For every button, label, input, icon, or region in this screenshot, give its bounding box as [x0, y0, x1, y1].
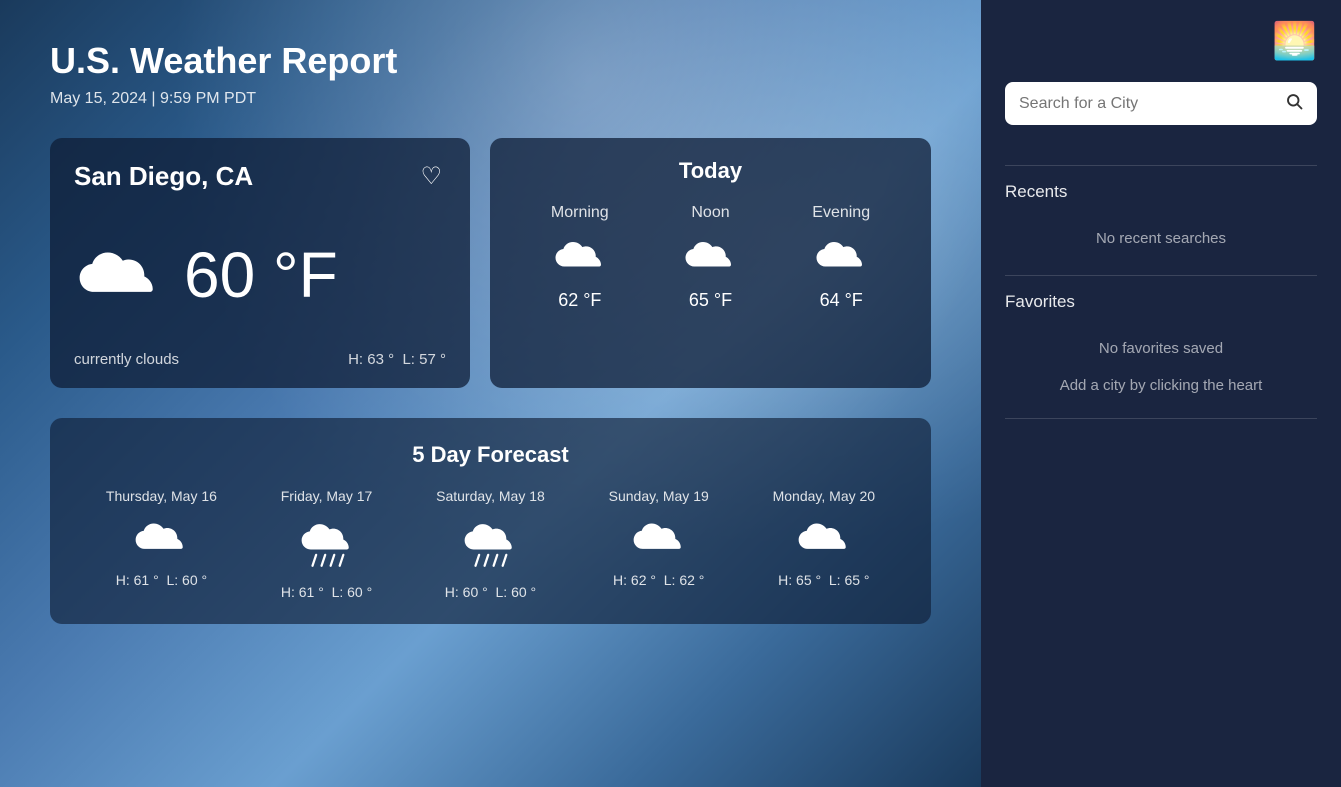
- city-card-footer: currently clouds H: 63 ° L: 57 °: [74, 351, 446, 368]
- period-morning-temp: 62 °F: [558, 290, 601, 311]
- sidebar-logo: 🌅: [1005, 20, 1317, 62]
- period-evening-temp: 64 °F: [820, 290, 863, 311]
- cloud-icon-noon: [682, 238, 738, 274]
- forecast-hi-lo-0: H: 61 ° L: 60 °: [116, 572, 207, 588]
- cloud-icon-main: [74, 245, 164, 305]
- today-title: Today: [514, 158, 907, 184]
- forecast-hi-lo-4: H: 65 ° L: 65 °: [778, 572, 869, 588]
- period-noon-label: Noon: [691, 204, 729, 222]
- temperature-display: 60 °F: [184, 238, 338, 312]
- search-button[interactable]: [1285, 92, 1303, 115]
- forecast-day-label-0: Thursday, May 16: [106, 488, 217, 504]
- favorites-empty: No favorites saved: [1005, 328, 1317, 369]
- period-evening: Evening 64 °F: [812, 204, 870, 311]
- sidebar: 🌅 Recents No recent searches Favorites N…: [981, 0, 1341, 787]
- today-card: Today Morning 62 °F Noon 6: [490, 138, 931, 388]
- period-noon: Noon 65 °F: [682, 204, 738, 311]
- favorites-title: Favorites: [1005, 292, 1317, 312]
- period-morning-label: Morning: [551, 204, 609, 222]
- forecast-day-label-1: Friday, May 17: [281, 488, 373, 504]
- favorite-button[interactable]: ♡: [416, 158, 446, 195]
- forecast-icon-1: [298, 518, 356, 570]
- period-evening-label: Evening: [812, 204, 870, 222]
- period-noon-temp: 65 °F: [689, 290, 732, 311]
- forecast-day-label-4: Monday, May 20: [773, 488, 875, 504]
- forecast-days: Thursday, May 16 H: 61 ° L: 60 ° Friday,…: [74, 488, 907, 600]
- forecast-day-4: Monday, May 20 H: 65 ° L: 65 °: [773, 488, 875, 600]
- forecast-hi-lo-3: H: 62 ° L: 62 °: [613, 572, 704, 588]
- search-icon: [1285, 92, 1303, 110]
- forecast-day-label-3: Sunday, May 19: [609, 488, 709, 504]
- search-input[interactable]: [1019, 95, 1285, 113]
- app-logo-icon: 🌅: [1272, 20, 1317, 62]
- forecast-section: 5 Day Forecast Thursday, May 16 H: 61 ° …: [50, 418, 931, 624]
- sidebar-divider-2: [1005, 275, 1317, 276]
- main-panel: U.S. Weather Report May 15, 2024 | 9:59 …: [0, 0, 981, 787]
- sidebar-divider-3: [1005, 418, 1317, 419]
- city-card-header: San Diego, CA ♡: [74, 158, 446, 195]
- period-morning: Morning 62 °F: [551, 204, 609, 311]
- forecast-day-1: Friday, May 17 H: 61 ° L: 60 °: [281, 488, 373, 600]
- sidebar-divider-1: [1005, 165, 1317, 166]
- forecast-day-label-2: Saturday, May 18: [436, 488, 545, 504]
- forecast-icon-0: [132, 518, 190, 558]
- recents-empty: No recent searches: [1005, 218, 1317, 259]
- forecast-day-3: Sunday, May 19 H: 62 ° L: 62 °: [609, 488, 709, 600]
- hi-lo-text: H: 63 ° L: 57 °: [348, 351, 446, 368]
- cloud-icon-morning: [552, 238, 608, 274]
- currently-text: currently clouds: [74, 351, 179, 368]
- city-name: San Diego, CA: [74, 161, 253, 192]
- forecast-hi-lo-1: H: 61 ° L: 60 °: [281, 584, 372, 600]
- search-box: [1005, 82, 1317, 125]
- forecast-title: 5 Day Forecast: [74, 442, 907, 468]
- forecast-day-2: Saturday, May 18 H: 60 ° L: 60 °: [436, 488, 545, 600]
- app-title: U.S. Weather Report: [50, 40, 931, 82]
- forecast-icon-2: [461, 518, 519, 570]
- today-periods: Morning 62 °F Noon 65 °F: [514, 204, 907, 311]
- recents-title: Recents: [1005, 182, 1317, 202]
- cloud-icon-evening: [813, 238, 869, 274]
- favorites-hint: Add a city by clicking the heart: [1005, 369, 1317, 402]
- city-weather-row: San Diego, CA ♡ 60 °F currently clouds H…: [50, 138, 931, 388]
- city-card: San Diego, CA ♡ 60 °F currently clouds H…: [50, 138, 470, 388]
- forecast-icon-4: [795, 518, 853, 558]
- forecast-day-0: Thursday, May 16 H: 61 ° L: 60 °: [106, 488, 217, 600]
- main-content: U.S. Weather Report May 15, 2024 | 9:59 …: [50, 40, 931, 624]
- forecast-hi-lo-2: H: 60 ° L: 60 °: [445, 584, 536, 600]
- city-card-body: 60 °F: [74, 215, 446, 335]
- forecast-icon-3: [630, 518, 688, 558]
- datetime: May 15, 2024 | 9:59 PM PDT: [50, 90, 931, 108]
